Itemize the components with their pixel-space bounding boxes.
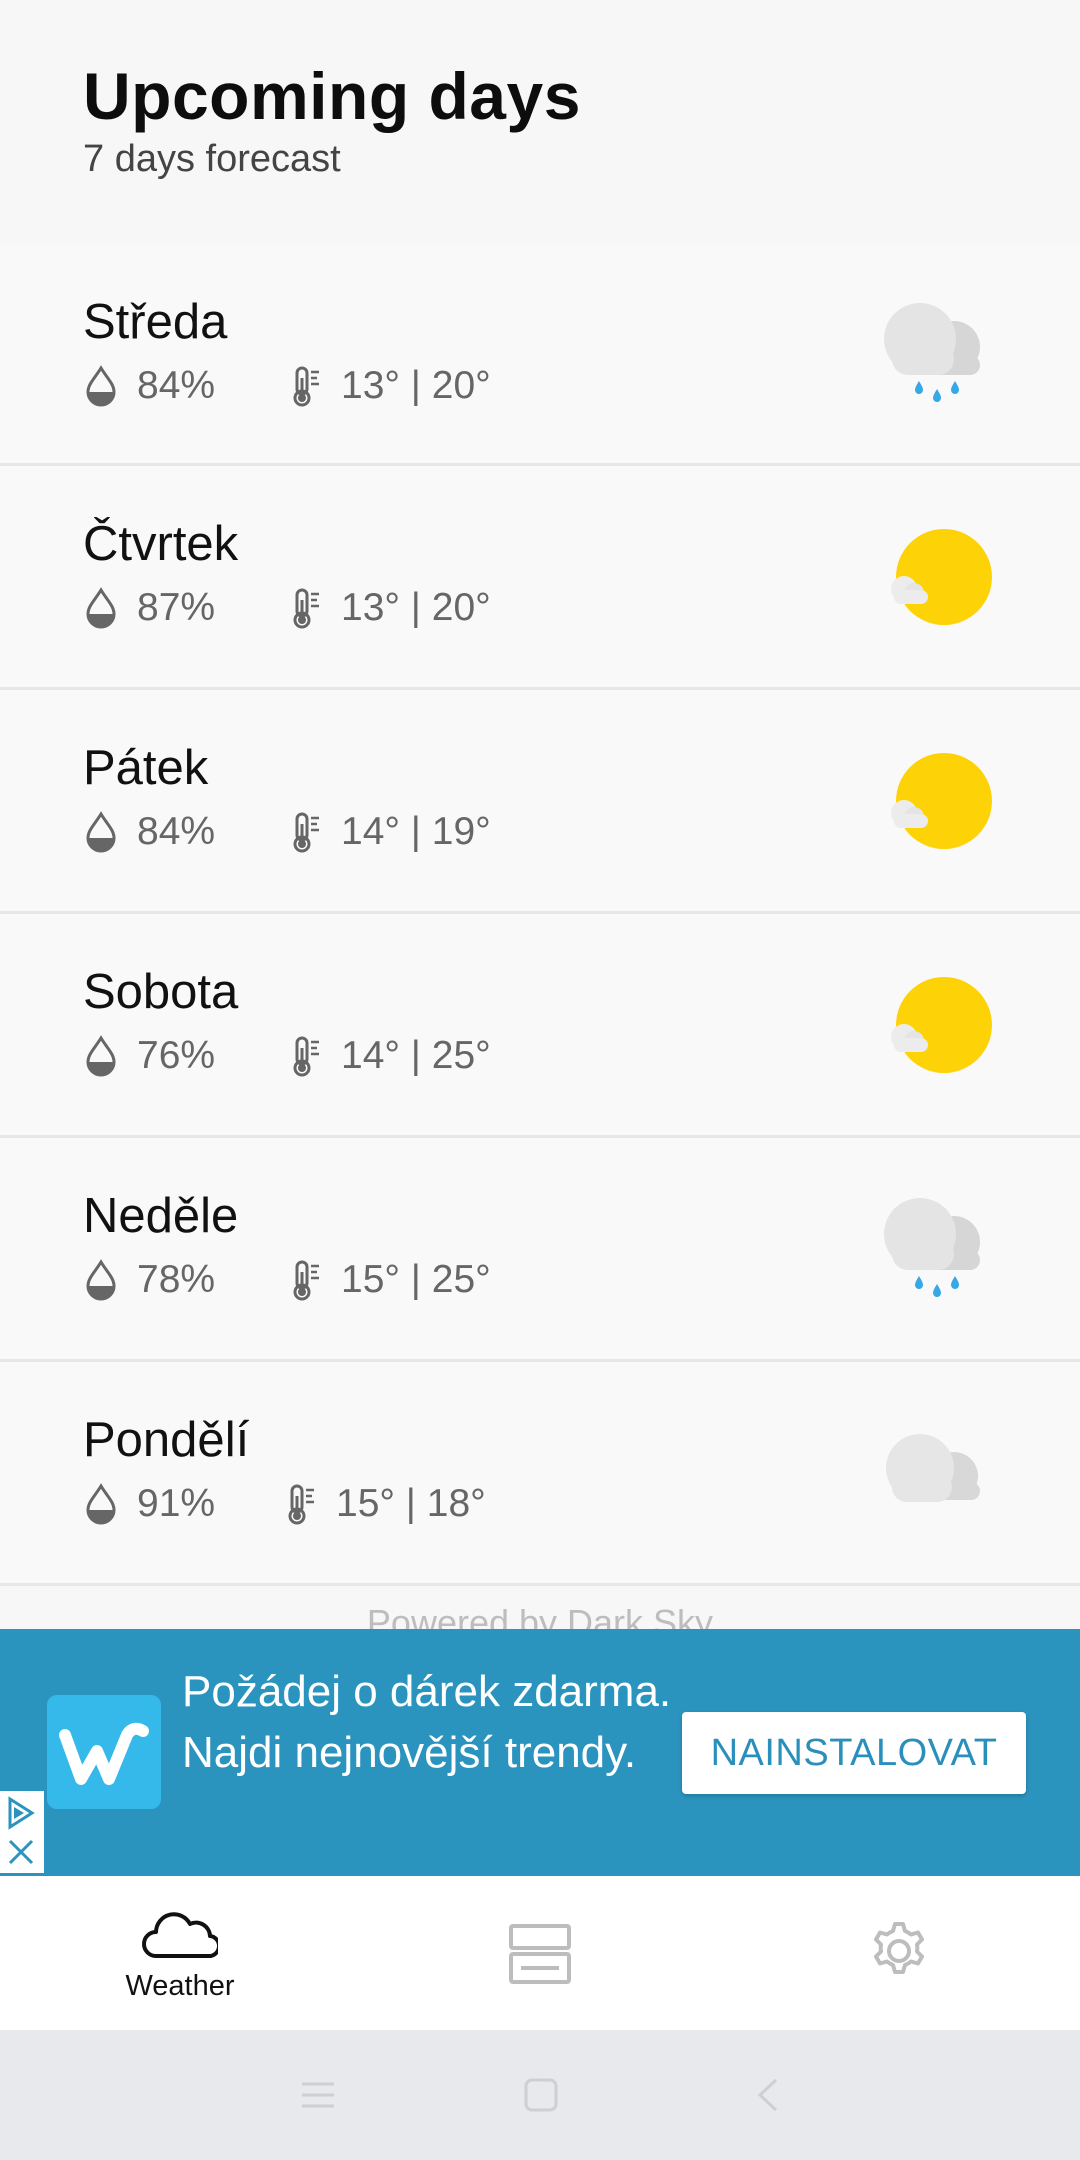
day-name: Čtvrtek bbox=[83, 517, 239, 571]
nav-weather-label: Weather bbox=[125, 1970, 235, 2002]
back-icon[interactable] bbox=[756, 2078, 780, 2112]
humidity-drop-icon bbox=[86, 811, 116, 853]
forecast-row[interactable]: Pátek 84% 14° | 19° bbox=[0, 690, 1080, 914]
wish-logo-icon bbox=[47, 1695, 161, 1809]
thermometer-icon bbox=[293, 1260, 319, 1301]
forecast-row[interactable]: Pondělí 91% 15° | 18° bbox=[0, 1362, 1080, 1586]
forecast-row[interactable]: Sobota 76% 14° | 25° bbox=[0, 914, 1080, 1138]
thermometer-icon bbox=[293, 1036, 319, 1077]
bottom-navigation: Weather bbox=[0, 1876, 1080, 2030]
ad-choices-icon[interactable] bbox=[0, 1791, 44, 1873]
rain-cloud-icon bbox=[884, 1197, 980, 1297]
humidity-drop-icon bbox=[86, 365, 116, 407]
system-navigation-bar bbox=[0, 2030, 1080, 2160]
thermometer-icon bbox=[293, 812, 319, 853]
day-meta: 76% 14° | 25° bbox=[83, 1034, 491, 1078]
cloud-icon bbox=[886, 1433, 980, 1502]
humidity-value: 84% bbox=[137, 810, 216, 853]
gear-icon[interactable] bbox=[868, 1920, 930, 1982]
day-name: Neděle bbox=[83, 1189, 239, 1243]
widgets-icon[interactable] bbox=[509, 1924, 571, 1984]
sun-small-cloud-icon bbox=[891, 528, 992, 625]
temperature-range: 13° | 20° bbox=[341, 364, 491, 407]
day-meta: 87% 13° | 20° bbox=[83, 586, 491, 630]
day-name: Pondělí bbox=[83, 1413, 250, 1467]
humidity-value: 87% bbox=[137, 586, 216, 629]
temperature-range: 15° | 18° bbox=[336, 1482, 486, 1525]
thermometer-icon bbox=[288, 1484, 314, 1525]
menu-icon[interactable] bbox=[300, 2080, 336, 2110]
powered-by-text: Powered by Dark Sky bbox=[366, 1602, 714, 1632]
day-name: Středa bbox=[83, 295, 228, 349]
humidity-drop-icon bbox=[86, 1483, 116, 1525]
install-button[interactable]: NAINSTALOVAT bbox=[682, 1712, 1026, 1794]
humidity-drop-icon bbox=[86, 1035, 116, 1077]
day-name: Sobota bbox=[83, 965, 239, 1019]
forecast-list: Středa 84% 13° | 20° Čtvrtek 87% 13° | 2… bbox=[0, 244, 1080, 1586]
humidity-value: 78% bbox=[137, 1258, 216, 1301]
ad-banner[interactable]: Požádej o dárek zdarma. Najdi nejnovější… bbox=[0, 1629, 1080, 1876]
page-header: Upcoming days 7 days forecast bbox=[83, 58, 581, 181]
rain-cloud-icon bbox=[884, 302, 980, 402]
day-meta: 84% 13° | 20° bbox=[83, 364, 491, 408]
temperature-range: 13° | 20° bbox=[341, 586, 491, 629]
temperature-range: 15° | 25° bbox=[341, 1258, 491, 1301]
temperature-range: 14° | 25° bbox=[341, 1034, 491, 1077]
humidity-value: 76% bbox=[137, 1034, 216, 1077]
day-meta: 84% 14° | 19° bbox=[83, 810, 491, 854]
page-title: Upcoming days bbox=[83, 59, 581, 133]
home-icon[interactable] bbox=[524, 2078, 558, 2112]
day-meta: 91% 15° | 18° bbox=[83, 1482, 486, 1526]
thermometer-icon bbox=[293, 588, 319, 629]
day-meta: 78% 15° | 25° bbox=[83, 1258, 491, 1302]
forecast-row[interactable]: Středa 84% 13° | 20° bbox=[0, 244, 1080, 466]
page-subtitle: 7 days forecast bbox=[83, 138, 341, 180]
ad-text: Požádej o dárek zdarma. Najdi nejnovější… bbox=[182, 1667, 672, 1777]
humidity-value: 91% bbox=[137, 1482, 216, 1525]
thermometer-icon bbox=[293, 366, 319, 407]
forecast-row[interactable]: Čtvrtek 87% 13° | 20° bbox=[0, 466, 1080, 690]
temperature-range: 14° | 19° bbox=[341, 810, 491, 853]
humidity-drop-icon bbox=[86, 587, 116, 629]
day-name: Pátek bbox=[83, 741, 209, 795]
sun-small-cloud-icon bbox=[891, 976, 992, 1073]
humidity-value: 84% bbox=[137, 364, 216, 407]
forecast-row[interactable]: Neděle 78% 15° | 25° bbox=[0, 1138, 1080, 1362]
sun-small-cloud-icon bbox=[891, 752, 992, 849]
cloud-outline-icon bbox=[142, 1912, 218, 1959]
humidity-drop-icon bbox=[86, 1259, 116, 1301]
